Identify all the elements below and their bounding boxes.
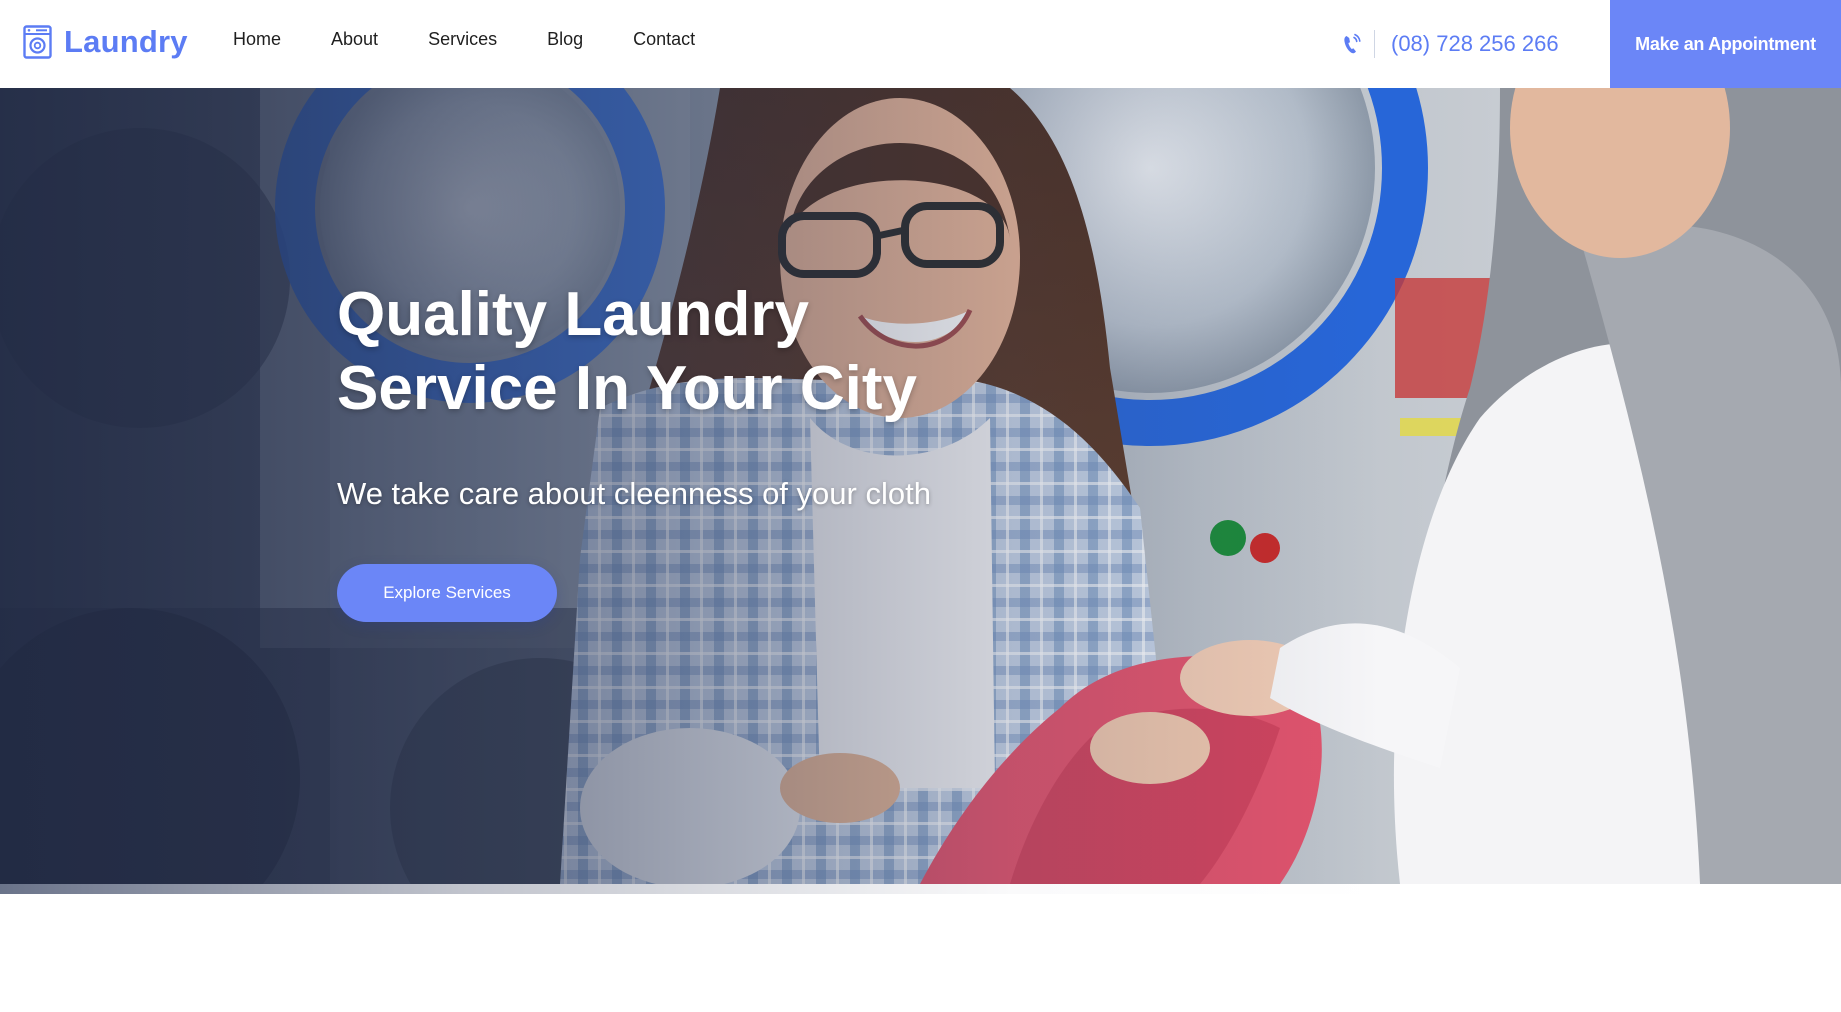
nav-item-services[interactable]: Services bbox=[428, 28, 497, 50]
explore-services-button[interactable]: Explore Services bbox=[337, 564, 557, 622]
site-header: Laundry Home About Services Blog Contact… bbox=[0, 0, 1841, 88]
nav-item-blog[interactable]: Blog bbox=[547, 28, 583, 50]
hero-title-line-2: Service In Your City bbox=[337, 354, 918, 423]
hero-bottom-edge bbox=[0, 884, 1841, 894]
phone-ringing-icon bbox=[1344, 33, 1361, 54]
hero-section: Quality Laundry Service In Your City We … bbox=[0, 88, 1841, 884]
phone-divider bbox=[1374, 30, 1375, 58]
nav-item-home[interactable]: Home bbox=[233, 28, 281, 50]
nav-item-about[interactable]: About bbox=[331, 28, 378, 50]
page-content-area bbox=[0, 894, 1841, 1012]
washing-machine-icon bbox=[23, 25, 52, 59]
hero-title: Quality Laundry Service In Your City bbox=[337, 278, 1137, 426]
phone-number[interactable]: (08) 728 256 266 bbox=[1391, 31, 1559, 57]
hero-subtitle: We take care about cleenness of your clo… bbox=[337, 476, 931, 511]
main-nav: Home About Services Blog Contact bbox=[233, 28, 745, 50]
brand-logo[interactable]: Laundry bbox=[23, 22, 188, 62]
nav-item-contact[interactable]: Contact bbox=[633, 28, 695, 50]
hero-title-line-1: Quality Laundry bbox=[337, 280, 809, 349]
make-appointment-button[interactable]: Make an Appointment bbox=[1610, 0, 1841, 88]
phone-contact[interactable]: (08) 728 256 266 bbox=[1342, 29, 1559, 59]
brand-name: Laundry bbox=[64, 24, 188, 59]
